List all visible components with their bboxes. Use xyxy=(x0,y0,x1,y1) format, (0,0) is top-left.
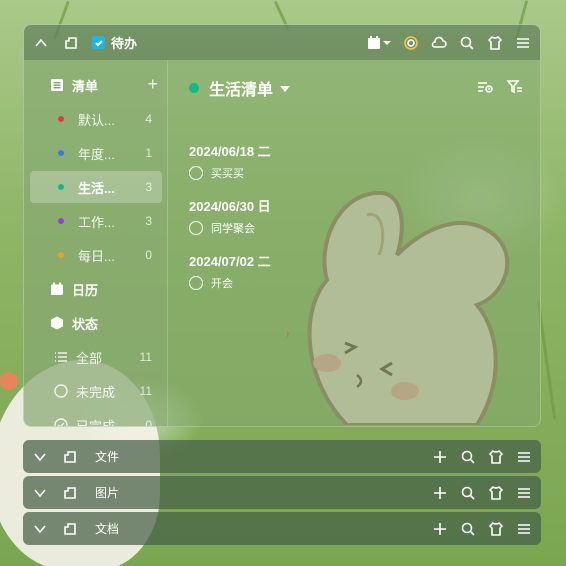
list-icon xyxy=(54,350,68,364)
list-title: 生活清单 xyxy=(209,82,274,99)
status-item-count: 11 xyxy=(139,384,152,398)
theme-icon[interactable] xyxy=(402,34,420,52)
list-title-dropdown[interactable]: 生活清单 xyxy=(189,76,291,100)
add-list-icon[interactable]: + xyxy=(147,75,158,93)
panel-files[interactable]: 文件 xyxy=(23,440,541,473)
list-item-count: 4 xyxy=(145,112,152,126)
lists-section-header[interactable]: 清单 + xyxy=(24,70,168,100)
list-color-dot xyxy=(58,150,64,156)
task-title: 开会 xyxy=(211,278,233,290)
list-item-label: 每日... xyxy=(78,248,115,264)
list-color-dot xyxy=(189,83,199,93)
calendar-section-label: 日历 xyxy=(72,282,99,298)
add-icon[interactable] xyxy=(431,520,449,538)
skin-icon[interactable] xyxy=(487,448,505,466)
list-item-label: 工作... xyxy=(78,214,115,230)
status-item-label: 已完成 xyxy=(76,418,116,427)
task-title: 买买买 xyxy=(211,168,244,180)
status-item-completed[interactable]: 已完成 0 xyxy=(30,409,162,427)
status-item-incomplete[interactable]: 未完成 11 xyxy=(30,375,162,407)
cloud-sync-icon[interactable] xyxy=(430,34,448,52)
list-item-count: 1 xyxy=(145,146,152,160)
duck-beak xyxy=(0,372,18,390)
search-icon[interactable] xyxy=(459,484,477,502)
list-item-label: 生活... xyxy=(78,180,115,196)
task-title: 同学聚会 xyxy=(211,223,255,235)
calendar-section-icon xyxy=(50,282,64,296)
status-item-label: 未完成 xyxy=(76,384,116,400)
chevron-down-icon[interactable] xyxy=(31,520,49,538)
panel-title: 文档 xyxy=(95,522,120,536)
status-section-header[interactable]: 状态 xyxy=(24,308,168,338)
window-titlebar[interactable]: 待办 xyxy=(24,25,540,60)
sidebar-list-item-selected[interactable]: 生活... 3 xyxy=(30,171,162,203)
check-circle-icon xyxy=(54,418,68,426)
calendar-icon[interactable] xyxy=(366,34,392,52)
pin-icon[interactable] xyxy=(61,520,79,538)
sidebar-list-item[interactable]: 每日... 0 xyxy=(30,239,162,271)
chevron-up-icon[interactable] xyxy=(32,34,50,52)
list-color-dot xyxy=(58,218,64,224)
task-item[interactable]: 同学聚会 xyxy=(189,220,255,236)
task-checkbox[interactable] xyxy=(189,221,203,235)
skin-icon[interactable] xyxy=(487,484,505,502)
cube-icon xyxy=(50,316,64,330)
calendar-section-header[interactable]: 日历 xyxy=(24,274,168,304)
list-color-dot xyxy=(58,252,64,258)
menu-icon[interactable] xyxy=(515,484,533,502)
task-checkbox[interactable] xyxy=(189,166,203,180)
panel-documents[interactable]: 文档 xyxy=(23,512,541,545)
window-title: 待办 xyxy=(111,36,138,51)
status-section-label: 状态 xyxy=(72,316,99,332)
sidebar-list-item[interactable]: 工作... 3 xyxy=(30,205,162,237)
date-group-heading: 2024/06/30 日 xyxy=(189,199,271,214)
panel-title: 文件 xyxy=(95,450,120,464)
pin-icon[interactable] xyxy=(61,448,79,466)
menu-icon[interactable] xyxy=(514,34,532,52)
sidebar-list-item[interactable]: 年度... 1 xyxy=(30,137,162,169)
task-checkbox[interactable] xyxy=(189,276,203,290)
list-item-count: 3 xyxy=(145,214,152,228)
filter-icon[interactable] xyxy=(506,78,524,96)
date-group-heading: 2024/06/18 二 xyxy=(189,144,271,159)
sort-icon[interactable] xyxy=(476,78,494,96)
circle-icon xyxy=(54,384,68,398)
list-item-count: 0 xyxy=(145,248,152,262)
add-icon[interactable] xyxy=(431,484,449,502)
status-item-count: 0 xyxy=(145,418,152,427)
todo-window: 待办 清单 + 默认... 4 年度... 1 生活... 3 工作... 3 … xyxy=(23,24,541,427)
sidebar-list-item[interactable]: 默认... 4 xyxy=(30,103,162,135)
add-icon[interactable] xyxy=(431,448,449,466)
chevron-down-icon[interactable] xyxy=(31,484,49,502)
lists-section-label: 清单 xyxy=(72,78,99,94)
task-content: 生活清单 2024/06/18 二 买买买 2024/06/30 日 同学聚会 … xyxy=(169,60,540,426)
task-item[interactable]: 开会 xyxy=(189,275,233,291)
task-item[interactable]: 买买买 xyxy=(189,165,244,181)
caret-down-icon xyxy=(280,86,291,92)
panel-title: 图片 xyxy=(95,486,120,500)
pin-icon[interactable] xyxy=(61,484,79,502)
skin-icon[interactable] xyxy=(487,520,505,538)
search-icon[interactable] xyxy=(459,520,477,538)
menu-icon[interactable] xyxy=(515,520,533,538)
list-color-dot xyxy=(58,184,64,190)
menu-icon[interactable] xyxy=(515,448,533,466)
panel-images[interactable]: 图片 xyxy=(23,476,541,509)
search-icon[interactable] xyxy=(458,34,476,52)
status-item-label: 全部 xyxy=(76,350,103,366)
status-item-count: 11 xyxy=(139,350,152,364)
status-item-all[interactable]: 全部 11 xyxy=(30,341,162,373)
sidebar: 清单 + 默认... 4 年度... 1 生活... 3 工作... 3 每日.… xyxy=(24,60,168,426)
pin-icon[interactable] xyxy=(62,34,80,52)
date-group-heading: 2024/07/02 二 xyxy=(189,254,271,269)
list-item-count: 3 xyxy=(145,180,152,194)
skin-icon[interactable] xyxy=(486,34,504,52)
list-item-label: 年度... xyxy=(78,146,115,162)
chevron-down-icon[interactable] xyxy=(31,448,49,466)
search-icon[interactable] xyxy=(459,448,477,466)
checkbox-icon[interactable] xyxy=(92,36,105,49)
list-item-label: 默认... xyxy=(78,112,115,128)
list-color-dot xyxy=(58,116,64,122)
list-section-icon xyxy=(50,78,64,92)
